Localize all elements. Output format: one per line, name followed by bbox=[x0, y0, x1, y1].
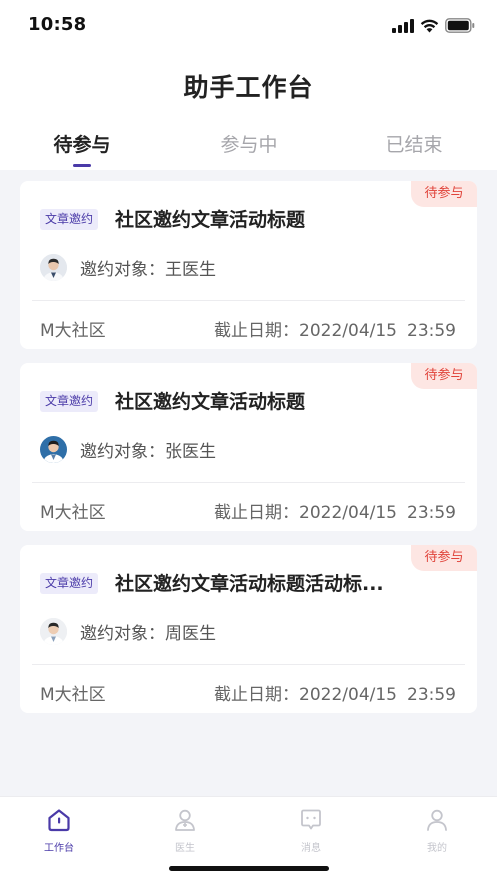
doctor-avatar bbox=[40, 436, 67, 463]
deadline: 截止日期：2022/04/15 23:59 bbox=[214, 316, 456, 341]
doctor-avatar-icon bbox=[40, 254, 67, 281]
deadline-time: 23:59 bbox=[407, 685, 456, 705]
doctor-icon bbox=[175, 809, 195, 831]
nav-doctor[interactable]: 医生 bbox=[145, 807, 225, 854]
card-divider bbox=[32, 300, 465, 301]
nav-label: 我的 bbox=[427, 843, 447, 854]
status-badge: 待参与 bbox=[411, 181, 477, 207]
nav-label: 医生 bbox=[175, 843, 195, 854]
type-tag: 文章邀约 bbox=[40, 391, 99, 412]
card-divider bbox=[32, 482, 465, 483]
invitation-card[interactable]: 待参与 文章邀约 社区邀约文章活动标题活动标... 邀约对象：周医生 M大社区 … bbox=[20, 545, 477, 713]
deadline-date: 截止日期：2022/04/15 bbox=[214, 685, 397, 705]
doctor-avatar bbox=[40, 618, 67, 645]
battery-icon bbox=[445, 18, 475, 33]
deadline-time: 23:59 bbox=[407, 321, 456, 341]
nav-messages[interactable]: 消息 bbox=[271, 807, 351, 854]
type-tag: 文章邀约 bbox=[40, 573, 99, 594]
doctor-avatar-icon bbox=[40, 618, 67, 645]
wifi-icon bbox=[420, 19, 439, 32]
card-divider bbox=[32, 664, 465, 665]
invitation-card[interactable]: 待参与 文章邀约 社区邀约文章活动标题 邀约对象：王医生 M大社区 截止日期：2… bbox=[20, 181, 477, 349]
invitee-text: 邀约对象：张医生 bbox=[80, 442, 216, 462]
page-title: 助手工作台 bbox=[183, 73, 314, 102]
community-name: M大社区 bbox=[40, 685, 106, 705]
card-title: 社区邀约文章活动标题活动标... bbox=[115, 573, 384, 595]
active-tab-indicator bbox=[73, 164, 91, 167]
status-time: 10:58 bbox=[28, 14, 87, 35]
status-badge: 待参与 bbox=[411, 363, 477, 389]
home-indicator bbox=[169, 866, 329, 871]
status-icons bbox=[392, 18, 475, 33]
status-badge: 待参与 bbox=[411, 545, 477, 571]
invitation-card[interactable]: 待参与 文章邀约 社区邀约文章活动标题 邀约对象：张医生 M大社区 截止日期：2… bbox=[20, 363, 477, 531]
tab-bar: 待参与 参与中 已结束 bbox=[0, 130, 497, 170]
card-title: 社区邀约文章活动标题 bbox=[115, 209, 306, 231]
deadline: 截止日期：2022/04/15 23:59 bbox=[214, 680, 456, 705]
status-bar: 10:58 bbox=[0, 0, 497, 50]
message-icon bbox=[301, 809, 321, 830]
deadline: 截止日期：2022/04/15 23:59 bbox=[214, 498, 456, 523]
cellular-signal-icon bbox=[392, 18, 414, 33]
deadline-date: 截止日期：2022/04/15 bbox=[214, 503, 397, 523]
tab-ended[interactable]: 已结束 bbox=[354, 130, 474, 157]
tab-pending[interactable]: 待参与 bbox=[22, 130, 142, 157]
screen: 10:58 助手工作台 待参与 参与中 已结束 待参与 文章邀约 社区邀约文章活… bbox=[0, 0, 497, 883]
nav-workbench[interactable]: 工作台 bbox=[19, 807, 99, 854]
community-name: M大社区 bbox=[40, 321, 106, 341]
deadline-time: 23:59 bbox=[407, 503, 456, 523]
doctor-avatar bbox=[40, 254, 67, 281]
nav-profile[interactable]: 我的 bbox=[397, 807, 477, 854]
type-tag: 文章邀约 bbox=[40, 209, 99, 230]
invitee-text: 邀约对象：王医生 bbox=[80, 260, 216, 280]
card-title: 社区邀约文章活动标题 bbox=[115, 391, 306, 413]
header: 10:58 助手工作台 待参与 参与中 已结束 bbox=[0, 0, 497, 170]
invitee-text: 邀约对象：周医生 bbox=[80, 624, 216, 644]
nav-label: 工作台 bbox=[44, 843, 74, 854]
nav-label: 消息 bbox=[301, 843, 321, 854]
profile-icon bbox=[427, 809, 447, 831]
home-icon bbox=[48, 809, 70, 832]
deadline-date: 截止日期：2022/04/15 bbox=[214, 321, 397, 341]
tab-in-progress[interactable]: 参与中 bbox=[189, 130, 309, 157]
community-name: M大社区 bbox=[40, 503, 106, 523]
doctor-avatar-icon bbox=[40, 436, 67, 463]
